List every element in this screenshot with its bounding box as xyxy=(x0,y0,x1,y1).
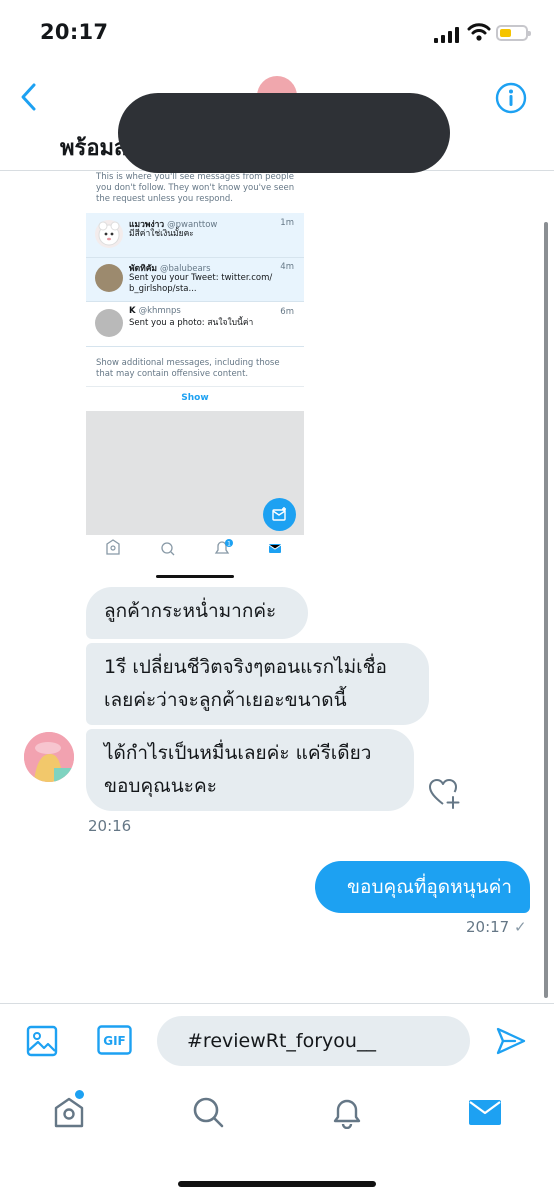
shared-screenshot[interactable]: This is where you'll see messages from p… xyxy=(86,171,304,582)
avatar xyxy=(95,264,123,292)
back-chevron-icon[interactable] xyxy=(18,82,40,112)
scrollbar[interactable] xyxy=(544,222,548,998)
avatar xyxy=(95,220,123,248)
heart-react-icon[interactable] xyxy=(427,776,461,810)
message-time: 1m xyxy=(280,218,294,228)
sender-name: K @khmnps xyxy=(129,306,181,316)
notifications-tab-icon[interactable] xyxy=(330,1095,364,1129)
gif-button[interactable]: GIF xyxy=(97,1025,132,1055)
embedded-tab-bar: 1 xyxy=(106,539,282,556)
incoming-message[interactable]: ได้กำไรเป็นหมื่นเลยค่ะ แค่รีเดียว ขอบคุณ… xyxy=(86,729,414,811)
outgoing-timestamp: 20:17 ✓ xyxy=(466,918,527,936)
send-icon[interactable] xyxy=(495,1025,527,1057)
home-tab-icon[interactable] xyxy=(52,1095,86,1129)
composer-divider xyxy=(0,1003,554,1004)
cellular-signal-icon xyxy=(434,27,460,43)
list-item: K @khmnps 6m Sent you a photo: สนใจใบนี้… xyxy=(86,302,304,347)
message-requests-intro: This is where you'll see messages from p… xyxy=(96,172,295,204)
incoming-message[interactable]: ลูกค้ากระหน่ำมากค่ะ xyxy=(86,587,308,639)
message-input[interactable] xyxy=(157,1016,470,1066)
embedded-home-indicator xyxy=(156,575,234,578)
message-time: 4m xyxy=(280,262,294,272)
gif-label: GIF xyxy=(103,1034,126,1048)
additional-messages-note: Show additional messages, including thos… xyxy=(96,358,280,379)
notification-badge: 1 xyxy=(227,541,231,548)
outgoing-time: 20:17 xyxy=(466,918,510,936)
new-activity-dot xyxy=(75,1090,84,1099)
show-link: Show xyxy=(181,393,209,403)
image-icon[interactable] xyxy=(26,1025,58,1057)
battery-icon xyxy=(496,25,531,41)
message-preview: มีสีค่าใช่เงินมั้ยคะ xyxy=(129,229,194,239)
message-preview: Sent you a photo: สนใจใบนี้ค่า xyxy=(129,318,254,328)
sender-avatar[interactable] xyxy=(24,732,74,782)
wifi-icon xyxy=(467,23,491,41)
search-tab-icon[interactable] xyxy=(191,1095,225,1129)
message-preview: Sent you your Tweet: twitter.com/ b_girl… xyxy=(129,273,273,294)
sent-check-icon: ✓ xyxy=(514,918,527,936)
avatar xyxy=(95,309,123,337)
list-item: แมวพง่าว @pwanttow 1m มีสีค่าใช่เงินมั้ย… xyxy=(86,213,304,258)
info-icon[interactable] xyxy=(495,82,527,114)
message-requests-list: แมวพง่าว @pwanttow 1m มีสีค่าใช่เงินมั้ย… xyxy=(86,213,304,302)
home-indicator xyxy=(178,1181,376,1187)
list-item: พัดทิคัม @balubears 4m Sent you your Twe… xyxy=(86,257,304,302)
outgoing-message[interactable]: ขอบคุณที่อุดหนุนค่า xyxy=(315,861,530,913)
incoming-timestamp: 20:16 xyxy=(88,817,132,835)
status-time: 20:17 xyxy=(40,20,109,44)
redaction-overlay xyxy=(118,93,450,173)
message-time: 6m xyxy=(280,307,294,317)
messages-tab-icon[interactable] xyxy=(468,1095,502,1129)
incoming-message[interactable]: 1รี เปลี่ยนชีวิตจริงๆตอนแรกไม่เชื่อ เลยค… xyxy=(86,643,429,725)
compose-fab xyxy=(263,498,296,531)
divider xyxy=(86,386,304,387)
